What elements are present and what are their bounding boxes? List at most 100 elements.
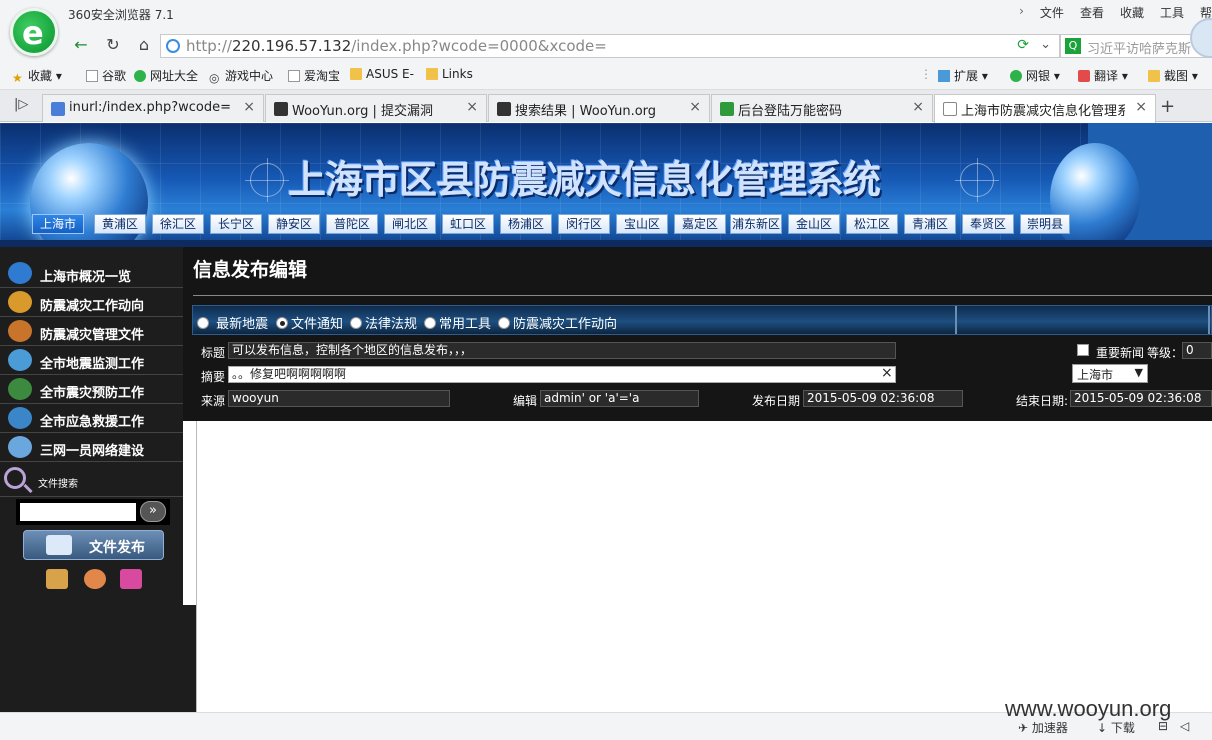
- district-tab[interactable]: 闵行区: [558, 214, 610, 234]
- district-tab[interactable]: 静安区: [268, 214, 320, 234]
- title-input[interactable]: 可以发布信息，控制各个地区的信息发布，，，: [228, 342, 896, 359]
- menu-view[interactable]: 查看: [1080, 4, 1104, 21]
- menu-favorites[interactable]: 收藏: [1120, 4, 1144, 21]
- star-icon[interactable]: [120, 569, 142, 589]
- sidebar-item-network[interactable]: 三网一员网络建设: [0, 433, 183, 462]
- search-engine-icon[interactable]: Q: [1065, 38, 1081, 54]
- menu-tools[interactable]: 工具: [1160, 4, 1184, 21]
- radio-work-trends[interactable]: 防震减灾工作动向: [498, 313, 617, 332]
- fav-hao[interactable]: 网址大全: [134, 67, 198, 84]
- close-icon[interactable]: ×: [243, 99, 255, 115]
- ext-translate[interactable]: 翻译 ▾: [1078, 67, 1128, 84]
- new-tab-icon[interactable]: +: [1160, 96, 1175, 117]
- search-go-button[interactable]: »: [140, 501, 166, 522]
- sidebar-item-monitoring[interactable]: 全市地震监测工作: [0, 346, 183, 375]
- close-icon[interactable]: ×: [689, 99, 701, 115]
- sidebar-item-emergency[interactable]: 全市应急救援工作: [0, 404, 183, 433]
- district-tab[interactable]: 上海市: [32, 214, 84, 234]
- close-icon[interactable]: ×: [912, 99, 924, 115]
- district-tab[interactable]: 崇明县: [1020, 214, 1070, 234]
- wooyun-icon: [274, 102, 288, 116]
- tab-admin-password[interactable]: 后台登陆万能密码 ×: [711, 94, 933, 122]
- books-icon: [8, 320, 32, 342]
- radio-latest-quake[interactable]: 最新地震: [197, 313, 268, 332]
- district-tab[interactable]: 青浦区: [904, 214, 956, 234]
- district-tab[interactable]: 奉贤区: [962, 214, 1014, 234]
- page-title: 信息发布编辑: [193, 259, 308, 281]
- globe-icon: [8, 262, 32, 284]
- district-tab[interactable]: 闸北区: [384, 214, 436, 234]
- sidebar-item-overview[interactable]: 上海市概况一览: [0, 259, 183, 288]
- publish-icon: [46, 535, 72, 555]
- end-date-label: 结束日期:: [1016, 394, 1069, 408]
- tab-shanghai-system[interactable]: 上海市防震减灾信息化管理系统 ×: [934, 94, 1156, 123]
- editor-content-area[interactable]: [196, 421, 1212, 712]
- fav-google[interactable]: 谷歌: [86, 67, 126, 84]
- radio-icon: [350, 317, 362, 329]
- chevron-right-icon[interactable]: ›: [1019, 4, 1024, 21]
- star-icon: ★: [12, 71, 23, 85]
- close-icon[interactable]: ×: [466, 99, 478, 115]
- close-icon[interactable]: ×: [1135, 99, 1147, 115]
- sidebar-item-work-trends[interactable]: 防震减灾工作动向: [0, 288, 183, 317]
- sidebar-item-prevention[interactable]: 全市震灾预防工作: [0, 375, 183, 404]
- tab-wooyun-search[interactable]: 搜索结果 | WooYun.org ×: [488, 94, 710, 122]
- chevron-down-icon[interactable]: ⌄: [1040, 37, 1051, 52]
- tab-wooyun-submit[interactable]: WooYun.org | 提交漏洞 ×: [265, 94, 487, 122]
- source-input[interactable]: wooyun: [228, 390, 450, 407]
- compat-mode-icon[interactable]: ⟳: [1017, 37, 1029, 53]
- fav-links[interactable]: Links: [426, 67, 473, 81]
- region-select[interactable]: 上海市 ▼: [1072, 364, 1148, 383]
- home-icon[interactable]: ⌂: [133, 34, 155, 56]
- menu-file[interactable]: 文件: [1040, 4, 1064, 21]
- ext-screenshot[interactable]: 截图 ▾: [1148, 67, 1198, 84]
- doc-icon: [720, 102, 734, 116]
- file-search-box: »: [16, 499, 170, 525]
- important-news-checkbox[interactable]: [1077, 344, 1089, 356]
- district-tab[interactable]: 杨浦区: [500, 214, 552, 234]
- search-text: 习近平访哈萨克斯: [1087, 42, 1192, 57]
- district-tab[interactable]: 宝山区: [616, 214, 668, 234]
- publish-file-button[interactable]: 文件发布: [23, 530, 164, 560]
- url-text[interactable]: http://220.196.57.132/index.php?wcode=00…: [186, 37, 607, 55]
- ext-bank[interactable]: 网银 ▾: [1010, 67, 1060, 84]
- sound-icon[interactable]: ◁: [1180, 719, 1189, 733]
- url-input[interactable]: http://220.196.57.132/index.php?wcode=00…: [160, 34, 1060, 58]
- publish-date-input[interactable]: 2015-05-09 02:36:08: [803, 390, 963, 407]
- clear-icon[interactable]: ×: [881, 365, 893, 381]
- grid-icon: [938, 70, 950, 82]
- district-tab[interactable]: 浦东新区: [730, 214, 782, 234]
- back-icon[interactable]: ←: [70, 34, 92, 56]
- district-tab[interactable]: 长宁区: [210, 214, 262, 234]
- district-tab[interactable]: 普陀区: [326, 214, 378, 234]
- file-search-header: 文件搜索: [0, 465, 183, 497]
- district-tab[interactable]: 黄浦区: [94, 214, 146, 234]
- district-tab[interactable]: 虹口区: [442, 214, 494, 234]
- level-input[interactable]: 0: [1182, 342, 1212, 359]
- radio-laws[interactable]: 法律法规: [350, 313, 417, 332]
- district-tab[interactable]: 松江区: [846, 214, 898, 234]
- browser-title-bar: 360安全浏览器 7.1 › 文件 查看 收藏 工具 帮: [0, 0, 1212, 30]
- file-search-input[interactable]: [20, 503, 136, 521]
- district-tab[interactable]: 徐汇区: [152, 214, 204, 234]
- sidebar-toggle-icon[interactable]: |▷: [14, 97, 28, 112]
- district-tab[interactable]: 嘉定区: [674, 214, 726, 234]
- radio-file-notice[interactable]: 文件通知: [276, 313, 343, 332]
- hourglass-icon: [8, 291, 32, 313]
- favorites-menu[interactable]: ★ 收藏 ▾: [12, 67, 62, 85]
- user-icon[interactable]: [84, 569, 106, 589]
- editor-input[interactable]: admin' or 'a'='a: [540, 390, 699, 407]
- district-tab[interactable]: 金山区: [788, 214, 840, 234]
- tab-google-search[interactable]: inurl:/index.php?wcode= - G ×: [42, 94, 264, 122]
- reload-icon[interactable]: ↻: [102, 34, 124, 56]
- radio-common-tools[interactable]: 常用工具: [424, 313, 491, 332]
- fav-games[interactable]: ◎ 游戏中心: [209, 67, 273, 85]
- end-date-input[interactable]: 2015-05-09 02:36:08: [1070, 390, 1212, 407]
- fav-asus[interactable]: ASUS E-: [350, 67, 414, 81]
- sidebar-item-management-files[interactable]: 防震减灾管理文件: [0, 317, 183, 346]
- summary-input[interactable]: 。。修复吧啊啊啊啊啊: [228, 366, 896, 383]
- fav-taobao[interactable]: 爱淘宝: [288, 67, 340, 84]
- ext-extensions[interactable]: 扩展 ▾: [938, 67, 988, 84]
- scroll-icon[interactable]: [46, 569, 68, 589]
- chevron-down-icon: ▼: [1134, 366, 1143, 379]
